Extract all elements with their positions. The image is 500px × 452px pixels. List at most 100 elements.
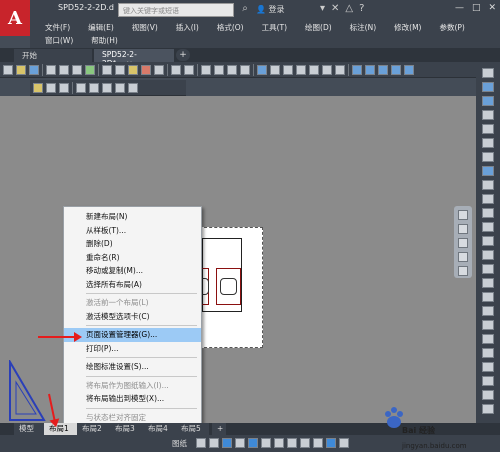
region-icon[interactable] <box>482 320 494 330</box>
minimize-button[interactable]: — <box>455 3 464 13</box>
preview-icon[interactable] <box>59 64 69 75</box>
fillet-icon[interactable] <box>482 264 494 274</box>
orbit-nav-icon[interactable] <box>458 252 468 262</box>
radius-icon[interactable] <box>89 82 99 93</box>
linear-dim-icon[interactable] <box>46 82 56 93</box>
rotate-icon[interactable] <box>482 152 494 162</box>
menu-format[interactable]: 格式(O) <box>208 22 253 33</box>
point-icon[interactable] <box>482 390 494 400</box>
tab-layout4[interactable]: 布局4 <box>143 423 176 435</box>
context-menu-item[interactable]: 重命名(R) <box>64 251 201 265</box>
redo-icon[interactable] <box>184 64 194 75</box>
customize-icon[interactable] <box>339 438 349 448</box>
design-center-icon[interactable] <box>270 64 280 75</box>
context-menu-item[interactable]: 移动或复制(M)... <box>64 264 201 278</box>
arc-length-icon[interactable] <box>128 82 138 93</box>
lineweight-icon[interactable] <box>274 438 284 448</box>
tab-layout5[interactable]: 布局5 <box>176 423 209 435</box>
cut-icon[interactable] <box>102 64 112 75</box>
arc-icon[interactable] <box>378 64 388 75</box>
context-menu-item[interactable]: 页面设置管理器(G)... <box>64 328 201 342</box>
menu-window[interactable]: 窗口(W) <box>36 35 82 46</box>
app-logo-icon[interactable]: A <box>0 0 30 36</box>
line-icon[interactable] <box>352 64 362 75</box>
context-menu-item[interactable]: 绘图标准设置(S)... <box>64 360 201 374</box>
erase-icon[interactable] <box>482 68 494 78</box>
context-menu-item[interactable]: 将布局输出到模型(X)... <box>64 392 201 406</box>
workspace-icon[interactable] <box>326 438 336 448</box>
sheet-set-icon[interactable] <box>296 64 306 75</box>
trim-icon[interactable] <box>482 194 494 204</box>
transparency-icon[interactable] <box>287 438 297 448</box>
polyline-icon[interactable] <box>365 64 375 75</box>
menu-draw[interactable]: 绘图(D) <box>296 22 341 33</box>
hatch-icon[interactable] <box>482 292 494 302</box>
otrack-icon[interactable] <box>261 438 271 448</box>
search-icon[interactable]: ⌕ <box>238 3 252 17</box>
exchange-icon[interactable]: ✕ <box>331 3 339 14</box>
table-icon[interactable] <box>482 334 494 344</box>
brush-icon[interactable] <box>154 64 164 75</box>
chamfer-icon[interactable] <box>482 250 494 260</box>
block-icon[interactable] <box>482 362 494 372</box>
3d-icon[interactable] <box>85 64 95 75</box>
cart-icon[interactable]: ▾ <box>320 3 325 14</box>
menu-file[interactable]: 文件(F) <box>36 22 79 33</box>
join-icon[interactable] <box>482 236 494 246</box>
context-menu-item[interactable]: 打印(P)... <box>64 342 201 356</box>
zoom-window-icon[interactable] <box>227 64 237 75</box>
annotation-scale-icon[interactable] <box>313 438 323 448</box>
menu-view[interactable]: 视图(V) <box>123 22 167 33</box>
tab-model[interactable]: 模型 <box>14 423 44 435</box>
menu-tools[interactable]: 工具(T) <box>253 22 296 33</box>
selection-cycle-icon[interactable] <box>300 438 310 448</box>
steering-wheel-icon[interactable] <box>458 210 468 220</box>
copy-icon[interactable] <box>115 64 125 75</box>
autodesk-icon[interactable]: △ <box>345 3 353 14</box>
ortho-icon[interactable] <box>222 438 232 448</box>
menu-modify[interactable]: 修改(M) <box>385 22 430 33</box>
print-icon[interactable] <box>46 64 56 75</box>
explode-icon[interactable] <box>482 278 494 288</box>
scale-icon[interactable] <box>482 166 494 176</box>
paste-icon[interactable] <box>128 64 138 75</box>
extend-icon[interactable] <box>482 208 494 218</box>
paper-space-label[interactable]: 图纸 <box>172 438 187 449</box>
layer-icon[interactable] <box>33 82 43 93</box>
menu-dimension[interactable]: 标注(N) <box>341 22 385 33</box>
tab-layout2[interactable]: 布局2 <box>77 423 110 435</box>
gradient-icon[interactable] <box>482 306 494 316</box>
close-button[interactable]: ✕ <box>488 3 496 13</box>
maximize-button[interactable]: □ <box>472 3 481 13</box>
menu-insert[interactable]: 插入(I) <box>167 22 208 33</box>
showmotion-icon[interactable] <box>458 266 468 276</box>
grid-icon[interactable] <box>196 438 206 448</box>
save-icon[interactable] <box>29 64 39 75</box>
open-icon[interactable] <box>16 64 26 75</box>
tab-layout3[interactable]: 布局3 <box>110 423 143 435</box>
mirror-icon[interactable] <box>482 96 494 106</box>
login-button[interactable]: 👤 登录 <box>256 4 285 15</box>
move-icon[interactable] <box>482 138 494 148</box>
context-menu-item[interactable]: 从样板(T)... <box>64 224 201 238</box>
context-menu-item[interactable]: 删除(D) <box>64 237 201 251</box>
properties-icon[interactable] <box>257 64 267 75</box>
add-layout-button[interactable]: + <box>212 423 226 435</box>
match-icon[interactable] <box>141 64 151 75</box>
circle-icon[interactable] <box>404 64 414 75</box>
context-menu-item[interactable]: 新建布局(N) <box>64 210 201 224</box>
search-input[interactable]: 键入关键字或短语 <box>118 3 234 17</box>
aligned-dim-icon[interactable] <box>59 82 69 93</box>
menu-edit[interactable]: 编辑(E) <box>79 22 123 33</box>
zoom-nav-icon[interactable] <box>458 238 468 248</box>
pan-icon[interactable] <box>201 64 211 75</box>
polar-icon[interactable] <box>235 438 245 448</box>
new-icon[interactable] <box>3 64 13 75</box>
zoom-previous-icon[interactable] <box>240 64 250 75</box>
angular-icon[interactable] <box>115 82 125 93</box>
tab-document[interactable]: SPD52-2-2D*× <box>94 49 174 68</box>
help-toolbar-icon[interactable] <box>335 64 345 75</box>
tool-palette-icon[interactable] <box>283 64 293 75</box>
menu-parameter[interactable]: 参数(P) <box>430 22 473 33</box>
context-menu-item[interactable]: 激活模型选项卡(C) <box>64 310 201 324</box>
